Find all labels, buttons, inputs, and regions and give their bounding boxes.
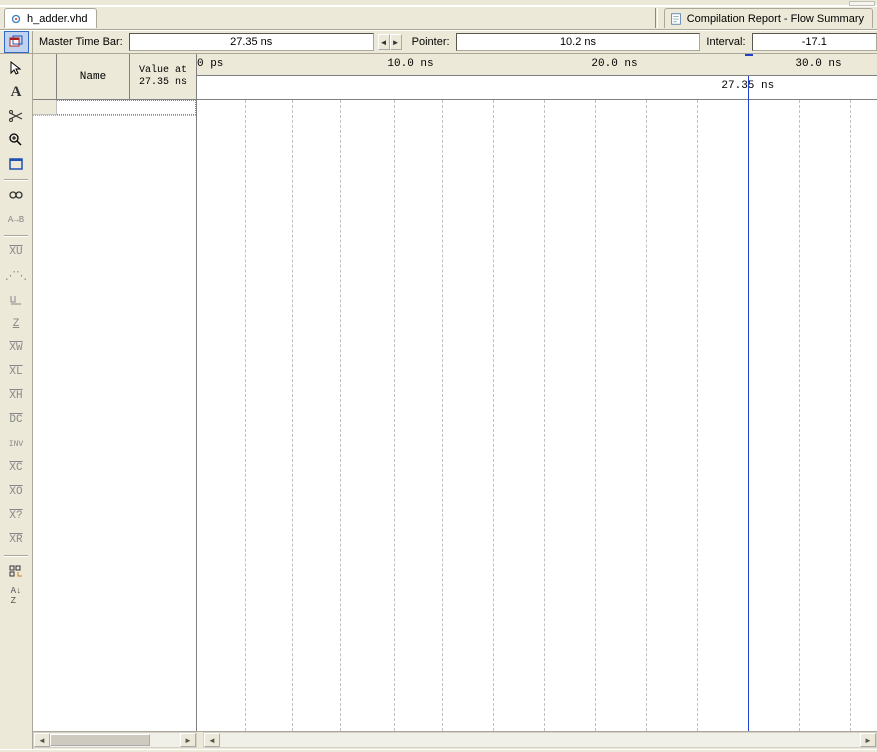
grid-line [245,100,246,731]
waveform-panel: Name Value at 27.35 ns 0 ps 10.0 ns 20.0 n… [33,54,877,749]
timebar-nav: ◄ ► [378,34,402,50]
pointer-tool[interactable] [4,57,29,79]
grid-tool[interactable] [4,561,29,583]
tab-report[interactable]: Compilation Report - Flow Summary [664,8,873,28]
invert-tool[interactable]: INV [4,433,29,455]
ruler-tick: 20.0 ns [591,58,637,70]
grid-line [340,100,341,731]
time-ruler[interactable]: 0 ps 10.0 ns 20.0 ns 30.0 ns [197,54,877,76]
toolbar-separator-2 [4,235,28,237]
signal-name-header[interactable]: Name [57,54,130,99]
grid-line [697,100,698,731]
detach-window-button[interactable] [4,31,29,53]
pointer-label: Pointer: [406,36,456,48]
signal-header: Name Value at 27.35 ns [33,54,196,100]
master-time-value[interactable]: 27.35 ns [129,33,374,51]
prev-time-button[interactable]: ◄ [378,34,390,50]
document-tabs: h_adder.vhd Compilation Report - Flow Su… [0,6,877,30]
force-low-tool[interactable] [4,289,29,311]
scroll-thumb[interactable] [50,734,150,746]
left-toolbar: A A→B XU ⋰⋱ Z XW XL XH DC INV XC XO X? X… [0,54,33,749]
overwrite-tool[interactable]: XO [4,481,29,503]
replace-tool[interactable]: A→B [4,209,29,231]
interval-value[interactable]: -17.1 [752,33,877,51]
cut-tool[interactable] [4,105,29,127]
bottom-scrollbars: ◄ ► ◄ ► [33,731,877,749]
grid-line [394,100,395,731]
force-highz-tool[interactable]: Z [4,313,29,335]
cursor-label-row: 27.35 ns [197,76,877,100]
zoom-tool[interactable] [4,129,29,151]
ruler-tick: 10.0 ns [387,58,433,70]
xr-tool[interactable]: XR [4,529,29,551]
signal-row-selection[interactable] [57,100,196,115]
time-cursor-handle[interactable] [745,54,753,56]
force-weak1-tool[interactable]: XW [4,337,29,359]
pointer-value[interactable]: 10.2 ns [456,33,701,51]
grid-line [799,100,800,731]
tab-report-label: Compilation Report - Flow Summary [687,13,864,25]
force-weak-tool[interactable]: ⋰⋱ [4,265,29,287]
tab-file[interactable]: h_adder.vhd [4,8,97,28]
grid-line [595,100,596,731]
tab-file-label: h_adder.vhd [27,13,88,25]
count-tool[interactable]: XC [4,457,29,479]
ruler-tick: 30.0 ns [795,58,841,70]
waveform-hscrollbar[interactable]: ◄ ► [203,732,877,748]
grid-line [544,100,545,731]
toolbar-separator-1 [4,179,28,181]
next-time-button[interactable]: ► [390,34,402,50]
timebar: Master Time Bar: 27.35 ns ◄ ► Pointer: 1… [0,30,877,54]
force-weak0-tool[interactable]: XL [4,361,29,383]
random-tool[interactable]: X? [4,505,29,527]
toolbar-separator-3 [4,555,28,557]
waveform-area[interactable]: 0 ps 10.0 ns 20.0 ns 30.0 ns 27.35 ns [197,54,877,731]
time-cursor[interactable] [748,76,749,731]
signal-list-panel: Name Value at 27.35 ns [33,54,197,731]
signal-hscrollbar[interactable]: ◄ ► [33,732,197,748]
waveform-canvas[interactable] [197,100,877,731]
grid-line [646,100,647,731]
ruler-tick: 0 ps [197,58,223,70]
text-tool[interactable]: A [4,81,29,103]
sort-tool[interactable]: A↓Z [4,585,29,607]
force-dc-tool[interactable]: DC [4,409,29,431]
fullscreen-tool[interactable] [4,153,29,175]
interval-label: Interval: [700,36,751,48]
master-time-label: Master Time Bar: [33,36,129,48]
grid-line [493,100,494,731]
waveform-body: Name Value at 27.35 ns 0 ps 10.0 ns 20.0 n… [33,54,877,731]
find-tool[interactable] [4,185,29,207]
detach-icon-holder [0,31,33,53]
report-icon [669,12,683,26]
scroll-left-button[interactable]: ◄ [34,733,50,747]
force-unknown-tool[interactable]: XU [4,241,29,263]
signal-row-gutter [33,100,57,115]
wave-scroll-left-button[interactable]: ◄ [204,733,220,747]
signal-gutter-header [33,54,57,99]
signal-value-header[interactable]: Value at 27.35 ns [130,54,196,99]
signal-row-empty[interactable] [33,100,196,116]
scroll-right-button[interactable]: ► [180,733,196,747]
tabs-divider[interactable] [655,8,658,28]
wave-scroll-right-button[interactable]: ► [860,733,876,747]
grid-line [292,100,293,731]
force-h-tool[interactable]: XH [4,385,29,407]
main-area: A A→B XU ⋰⋱ Z XW XL XH DC INV XC XO X? X… [0,54,877,749]
vhdl-file-icon [9,12,23,26]
grid-line [442,100,443,731]
grid-line [850,100,851,731]
top-strip [0,0,877,6]
signal-rows[interactable] [33,100,196,731]
